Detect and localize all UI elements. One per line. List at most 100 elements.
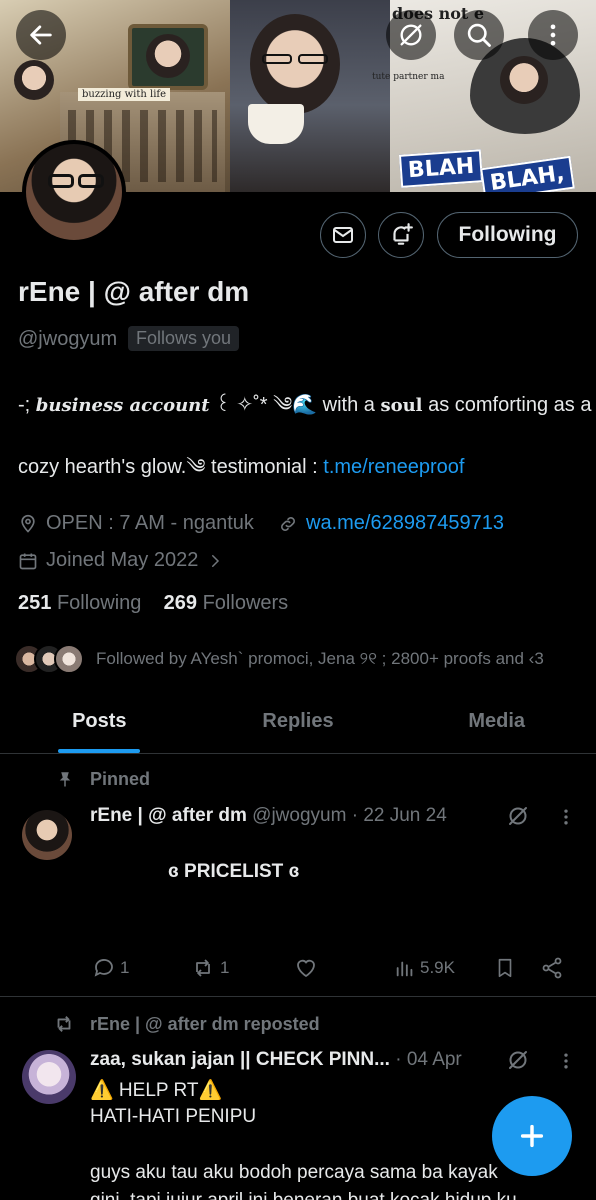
calendar-icon — [19, 553, 37, 569]
following-button[interactable]: Following — [437, 212, 578, 258]
more-vertical-icon — [564, 1053, 568, 1069]
search-icon — [467, 23, 491, 47]
banner-tv-image — [128, 24, 208, 90]
repost-date: · 04 Apr — [395, 1049, 462, 1070]
avatar-glasses-right — [78, 174, 104, 188]
bookmark-button[interactable] — [494, 956, 516, 980]
tab-replies[interactable]: Replies — [199, 690, 398, 753]
banner-glasses-l — [262, 54, 292, 64]
bio-prefix: -; — [18, 394, 36, 416]
chevron-right-icon — [212, 554, 220, 567]
repost-avatar[interactable] — [22, 1050, 76, 1104]
post-grok-button[interactable] — [506, 804, 530, 833]
following-count: 251 — [18, 592, 52, 614]
followers-count: 269 — [163, 592, 198, 614]
banner-face — [146, 34, 190, 78]
repost-button[interactable]: 1 — [190, 956, 229, 980]
grok-button[interactable] — [386, 10, 436, 60]
like-icon — [297, 959, 315, 978]
profile-handle: @jwogyum — [18, 328, 118, 350]
location-text: OPEN : 7 AM - ngantuk — [46, 512, 254, 534]
profile-avatar[interactable] — [22, 140, 126, 244]
post-more-button[interactable] — [556, 806, 576, 833]
repost-icon — [57, 1016, 71, 1032]
joined-text: Joined May 2022 — [46, 549, 199, 571]
repost-more-button[interactable] — [556, 1050, 576, 1077]
bio-rest: as comforting as a — [422, 394, 592, 416]
bio-line-1: -; business account ꒰ ✧˚* ༄🌊 with a soul… — [18, 382, 591, 438]
post-author[interactable]: rEne | @ after dm — [90, 805, 247, 826]
grok-icon — [509, 807, 527, 825]
banner-face-right — [500, 56, 548, 104]
mail-icon — [333, 227, 353, 243]
followers-stat[interactable]: 269 Followers — [164, 592, 289, 614]
banner-tv-caption: buzzing with life — [78, 88, 171, 101]
like-button[interactable] — [294, 956, 318, 980]
post-divider — [0, 996, 596, 997]
profile-tabs: Posts Replies Media — [0, 690, 596, 754]
website-link[interactable]: wa.me/628987459713 — [306, 512, 504, 535]
repost-text-line-4: gini, tapi jujur april ini beneran buat … — [90, 1190, 517, 1200]
more-options-button[interactable] — [528, 10, 578, 60]
post-handle: @jwogyum — [252, 805, 347, 826]
pin-icon-wrap — [56, 769, 74, 794]
reposted-label[interactable]: rEne | @ after dm reposted — [90, 1014, 320, 1035]
pin-icon — [59, 772, 71, 787]
share-button[interactable] — [540, 956, 564, 980]
pinned-label: Pinned — [90, 769, 151, 789]
search-button[interactable] — [454, 10, 504, 60]
avatar-glasses-left — [48, 174, 74, 188]
grok-icon — [509, 1051, 527, 1069]
profile-joined[interactable]: Joined May 2022 — [18, 549, 224, 572]
compose-button[interactable] — [492, 1096, 572, 1176]
views-icon — [396, 961, 413, 977]
tab-posts[interactable]: Posts — [0, 690, 199, 753]
banner-face-left — [14, 60, 54, 100]
more-vertical-icon — [550, 24, 556, 46]
post-avatar[interactable] — [22, 810, 72, 860]
reposted-icon-wrap — [52, 1013, 76, 1040]
banner-glasses-r — [298, 54, 328, 64]
profile-website[interactable]: wa.me/628987459713 — [278, 512, 504, 535]
repost-author[interactable]: zaa, sukan jajan || CHECK PINN... — [90, 1049, 390, 1070]
bio-line-2: cozy hearth's glow.༄ testimonial : t.me/… — [18, 444, 464, 500]
followed-by-text: Followed by AYesh` promoci, Jena ୨୧ ; 28… — [96, 649, 544, 668]
back-arrow-icon — [30, 25, 52, 45]
post-header: rEne | @ after dm @jwogyum · 22 Jun 24 — [90, 805, 447, 827]
reply-button[interactable]: 1 — [92, 956, 129, 980]
bio-text-2: cozy hearth's glow.༄ testimonial : — [18, 456, 324, 478]
more-vertical-icon — [564, 809, 568, 825]
bio-deco: ꒰ ✧˚* ༄🌊 — [209, 394, 318, 416]
post-text: ɞ PRICELIST ɞ — [168, 861, 300, 882]
views-count: 5.9K — [420, 958, 455, 977]
back-button[interactable] — [16, 10, 66, 60]
followed-by-avatar — [54, 644, 84, 674]
banner-face-center — [250, 14, 340, 114]
followers-label: Followers — [202, 592, 289, 614]
post-date: · 22 Jun 24 — [351, 805, 447, 826]
link-icon — [281, 516, 295, 531]
bio-bold: soul — [380, 395, 423, 416]
bell-plus-icon — [393, 223, 413, 245]
tab-media[interactable]: Media — [397, 690, 596, 753]
bio-italic: business account — [35, 395, 210, 416]
following-label: Following — [56, 592, 142, 614]
profile-location: OPEN : 7 AM - ngantuk — [18, 512, 254, 535]
repost-text-line-3: guys aku tau aku bodoh percaya sama ba k… — [90, 1162, 498, 1183]
bio-link[interactable]: t.me/reneeproof — [323, 456, 464, 478]
views-button[interactable]: 5.9K — [394, 956, 455, 980]
plus-icon — [520, 1124, 544, 1148]
grok-icon — [400, 24, 422, 46]
follows-you-badge: Follows you — [128, 326, 240, 351]
repost-text-line-2: HATI-HATI PENIPU — [90, 1106, 257, 1127]
repost-header: zaa, sukan jajan || CHECK PINN... · 04 A… — [90, 1049, 462, 1071]
following-stat[interactable]: 251 Following — [18, 592, 141, 614]
repost-icon — [196, 959, 210, 977]
notifications-button[interactable] — [378, 212, 424, 258]
repost-grok-button[interactable] — [506, 1048, 530, 1077]
message-button[interactable] — [320, 212, 366, 258]
repost-text-line-1: ⚠️ HELP RT⚠️ — [90, 1080, 223, 1101]
followed-by-row[interactable]: Followed by AYesh` promoci, Jena ୨୧ ; 28… — [14, 644, 544, 674]
display-name: rEne | @ after dm — [18, 276, 250, 307]
share-icon — [542, 957, 562, 979]
